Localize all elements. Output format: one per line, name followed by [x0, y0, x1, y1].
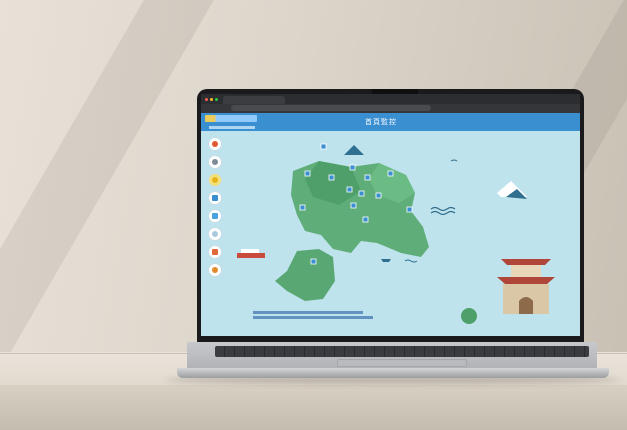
sun-button[interactable] [209, 174, 221, 186]
south-island [275, 249, 335, 301]
island-map [237, 143, 555, 324]
browser-tab[interactable] [223, 96, 285, 104]
document-button[interactable] [209, 192, 221, 204]
wave-icon [450, 159, 458, 162]
laptop-front-edge [177, 368, 609, 378]
tree-icon [461, 308, 477, 324]
document-icon [212, 195, 218, 201]
file-icon [212, 213, 218, 219]
minimize-dot-icon[interactable] [210, 98, 213, 101]
wave-icon [430, 210, 456, 216]
map-marker-icon[interactable] [328, 174, 335, 181]
laptop-screen: 首頁監控 [201, 94, 580, 336]
laptop-base [177, 342, 609, 380]
file-button[interactable] [209, 210, 221, 222]
trackpad [337, 359, 467, 367]
keyboard-deck [187, 342, 597, 368]
map-area [201, 131, 580, 336]
gauge-button[interactable] [209, 156, 221, 168]
map-marker-icon[interactable] [349, 164, 356, 171]
photo-scene: 首頁監控 [0, 0, 627, 430]
mail-icon [212, 249, 218, 255]
map-marker-icon[interactable] [304, 170, 311, 177]
fire-button[interactable] [209, 138, 221, 150]
map-marker-icon[interactable] [406, 206, 413, 213]
address-row [201, 104, 580, 113]
map-marker-icon[interactable] [320, 143, 327, 150]
mountain-icon [344, 145, 364, 155]
map-marker-icon[interactable] [375, 192, 382, 199]
app-logo[interactable] [205, 115, 261, 129]
gauge-icon [212, 159, 218, 165]
close-dot-icon[interactable] [205, 98, 208, 101]
gate-tower-icon [497, 259, 555, 314]
sun-icon [212, 177, 218, 183]
globe-button[interactable] [209, 264, 221, 276]
map-marker-icon[interactable] [364, 174, 371, 181]
mail-button[interactable] [209, 246, 221, 258]
fire-icon [212, 141, 218, 147]
footer-notes [253, 311, 373, 321]
address-bar[interactable] [231, 105, 431, 111]
wave-icon [404, 259, 418, 263]
header-title: 首頁監控 [365, 118, 397, 126]
logo-subtitle [209, 126, 255, 129]
cloud-button[interactable] [209, 228, 221, 240]
globe-icon [212, 267, 218, 273]
app-header: 首頁監控 [201, 113, 580, 131]
keyboard [215, 346, 589, 357]
map-marker-icon[interactable] [358, 190, 365, 197]
shelf-edge [0, 385, 627, 430]
wave-icon [430, 206, 456, 212]
boat-icon [237, 253, 265, 258]
map-marker-icon[interactable] [299, 204, 306, 211]
laptop-lid: 首頁監控 [197, 89, 584, 343]
map-marker-icon[interactable] [350, 202, 357, 209]
boat-cabin [241, 249, 259, 253]
logo-mark [205, 115, 257, 122]
map-marker-icon[interactable] [346, 186, 353, 193]
map-marker-icon[interactable] [362, 216, 369, 223]
side-toolbar [209, 138, 225, 288]
cloud-icon [212, 231, 218, 237]
ship-icon [381, 259, 391, 262]
map-marker-icon[interactable] [310, 258, 317, 265]
window-shadow [0, 0, 214, 360]
map-marker-icon[interactable] [387, 170, 394, 177]
maximize-dot-icon[interactable] [215, 98, 218, 101]
